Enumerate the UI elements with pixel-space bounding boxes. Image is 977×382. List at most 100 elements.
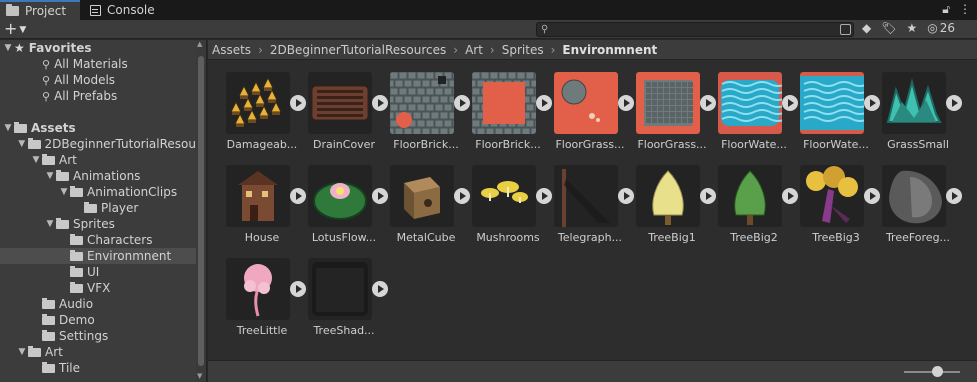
search-by-type-icon[interactable]: ◆ xyxy=(862,21,871,35)
breadcrumb-item[interactable]: Environmnent xyxy=(562,43,657,57)
tree-item[interactable]: Characters xyxy=(0,232,196,248)
asset-tile[interactable]: GrassSmall xyxy=(872,60,962,153)
scrollbar-thumb[interactable] xyxy=(198,56,204,366)
play-icon[interactable] xyxy=(372,281,388,297)
scroll-up-icon[interactable]: ▲ xyxy=(197,40,202,48)
search-icon: ⚲ xyxy=(42,73,51,87)
expand-arrow-icon[interactable]: ▼ xyxy=(58,187,70,197)
asset-tile[interactable]: LotusFlow... xyxy=(298,153,388,246)
breadcrumb-separator-icon: › xyxy=(258,42,263,57)
tree-item[interactable]: ▼ Animations xyxy=(0,168,196,184)
asset-tile[interactable]: FloorBrick... xyxy=(462,60,552,153)
breadcrumb: Assets › 2DBeginnerTutorialResources › Art › S… xyxy=(208,40,977,60)
expand-arrow-icon[interactable]: ▼ xyxy=(16,139,28,149)
tab-console-label: Console xyxy=(107,3,155,17)
tree-item[interactable]: ▼ AnimationClips xyxy=(0,184,196,200)
tree-item[interactable]: ▼ Art xyxy=(0,344,196,360)
breadcrumb-separator-icon: › xyxy=(453,42,459,57)
tab-console[interactable]: Console xyxy=(84,0,164,20)
tree-item[interactable]: ▼ Assets xyxy=(0,120,196,136)
search-by-label-icon[interactable]: 🏷︎ xyxy=(881,21,896,35)
asset-tile[interactable]: Damageab... xyxy=(216,60,306,153)
tree-item[interactable]: Tile xyxy=(0,360,196,376)
expand-arrow-icon[interactable]: ▼ xyxy=(2,43,14,53)
asset-thumbnail xyxy=(472,72,536,134)
breadcrumb-item[interactable]: Assets xyxy=(212,43,251,57)
eye-slash-icon: ◎ xyxy=(927,21,938,35)
chevron-down-icon: ▼ xyxy=(19,24,27,35)
asset-tile[interactable]: TreeBig3 xyxy=(790,153,880,246)
asset-thumbnail xyxy=(718,72,782,134)
tab-project[interactable]: Project xyxy=(0,0,80,20)
asset-tile[interactable]: TreeBig2 xyxy=(708,153,798,246)
tree-item-label: Assets xyxy=(31,121,76,135)
create-button[interactable]: + ▼ xyxy=(4,20,26,39)
asset-label: FloorWate... xyxy=(803,138,869,151)
asset-label: MetalCube xyxy=(396,231,456,244)
save-search-icon[interactable] xyxy=(840,24,851,35)
more-options-icon[interactable]: ⋮ xyxy=(959,2,971,17)
folder-tree-scrollbar[interactable]: ▲ ▼ xyxy=(196,40,206,382)
asset-tile[interactable]: FloorGrass... xyxy=(544,60,634,153)
asset-tile[interactable]: FloorGrass... xyxy=(626,60,716,153)
search-input[interactable]: ⚲ xyxy=(536,22,854,37)
tree-item[interactable]: ⚲ All Prefabs xyxy=(0,88,196,104)
favorites-star-icon[interactable]: ★ xyxy=(906,21,917,35)
folder-icon xyxy=(14,121,27,133)
folder-icon xyxy=(70,185,83,197)
tree-item[interactable]: UI xyxy=(0,264,196,280)
asset-tile[interactable]: DrainCover xyxy=(298,60,388,153)
asset-tile[interactable]: TreeLittle xyxy=(216,246,306,339)
tree-item[interactable]: VFX xyxy=(0,280,196,296)
scroll-down-icon[interactable]: ▼ xyxy=(197,372,202,380)
play-icon[interactable] xyxy=(946,95,962,111)
tree-item[interactable]: ▼ Sprites xyxy=(0,216,196,232)
tree-item[interactable]: ▼ 2DBeginnerTutorialResou xyxy=(0,136,196,152)
folder-icon xyxy=(42,297,55,309)
asset-thumbnail xyxy=(226,72,290,134)
expand-arrow-icon[interactable]: ▼ xyxy=(2,123,14,133)
asset-tile[interactable]: House xyxy=(216,153,306,246)
tree-item[interactable]: Settings xyxy=(0,328,196,344)
expand-arrow-icon[interactable]: ▼ xyxy=(30,155,42,165)
breadcrumb-item[interactable]: 2DBeginnerTutorialResources xyxy=(270,43,446,57)
tree-item[interactable]: ▼ ★ Favorites xyxy=(0,40,196,56)
folder-icon xyxy=(70,233,83,245)
tree-item-label: All Models xyxy=(54,73,116,87)
tree-item[interactable]: Environmnent xyxy=(0,248,196,264)
breadcrumb-item[interactable]: Sprites xyxy=(502,43,544,57)
hidden-packages-toggle[interactable]: ◎ 26 xyxy=(927,21,955,35)
folder-icon xyxy=(84,201,97,213)
hidden-packages-count: 26 xyxy=(939,21,955,35)
tree-item[interactable]: ⚲ All Models xyxy=(0,72,196,88)
asset-tile[interactable]: FloorBrick... xyxy=(380,60,470,153)
asset-tile[interactable]: Mushrooms xyxy=(462,153,552,246)
asset-thumbnail xyxy=(308,72,372,134)
asset-tile[interactable]: TreeBig1 xyxy=(626,153,716,246)
tree-item[interactable]: Player xyxy=(0,200,196,216)
asset-tile[interactable]: Telegraph... xyxy=(544,153,634,246)
lock-icon[interactable]: 🔓︎ xyxy=(942,2,950,17)
asset-tile[interactable]: TreeShad... xyxy=(298,246,388,339)
search-icon: ⚲ xyxy=(541,24,549,35)
asset-tile[interactable]: TreeForeg... xyxy=(872,153,962,246)
expand-arrow-icon[interactable]: ▼ xyxy=(44,219,56,229)
asset-tile[interactable]: MetalCube xyxy=(380,153,470,246)
asset-label: TreeLittle xyxy=(236,324,288,337)
asset-label: FloorGrass... xyxy=(637,138,707,151)
icon-size-slider-handle[interactable] xyxy=(932,366,943,377)
expand-arrow-icon[interactable]: ▼ xyxy=(44,171,56,181)
tree-item[interactable]: ▼ Art xyxy=(0,152,196,168)
breadcrumb-item[interactable]: Art xyxy=(465,43,483,57)
asset-thumbnail xyxy=(308,258,372,320)
asset-tile[interactable]: FloorWate... xyxy=(708,60,798,153)
tree-item[interactable]: ⚲ All Materials xyxy=(0,56,196,72)
tree-item-label: All Prefabs xyxy=(54,89,118,103)
asset-label: TreeShad... xyxy=(313,324,375,337)
asset-thumbnail xyxy=(554,165,618,227)
play-icon[interactable] xyxy=(946,188,962,204)
tree-item[interactable]: Demo xyxy=(0,312,196,328)
tree-item[interactable]: Audio xyxy=(0,296,196,312)
expand-arrow-icon[interactable]: ▼ xyxy=(16,347,28,357)
asset-tile[interactable]: FloorWate... xyxy=(790,60,880,153)
